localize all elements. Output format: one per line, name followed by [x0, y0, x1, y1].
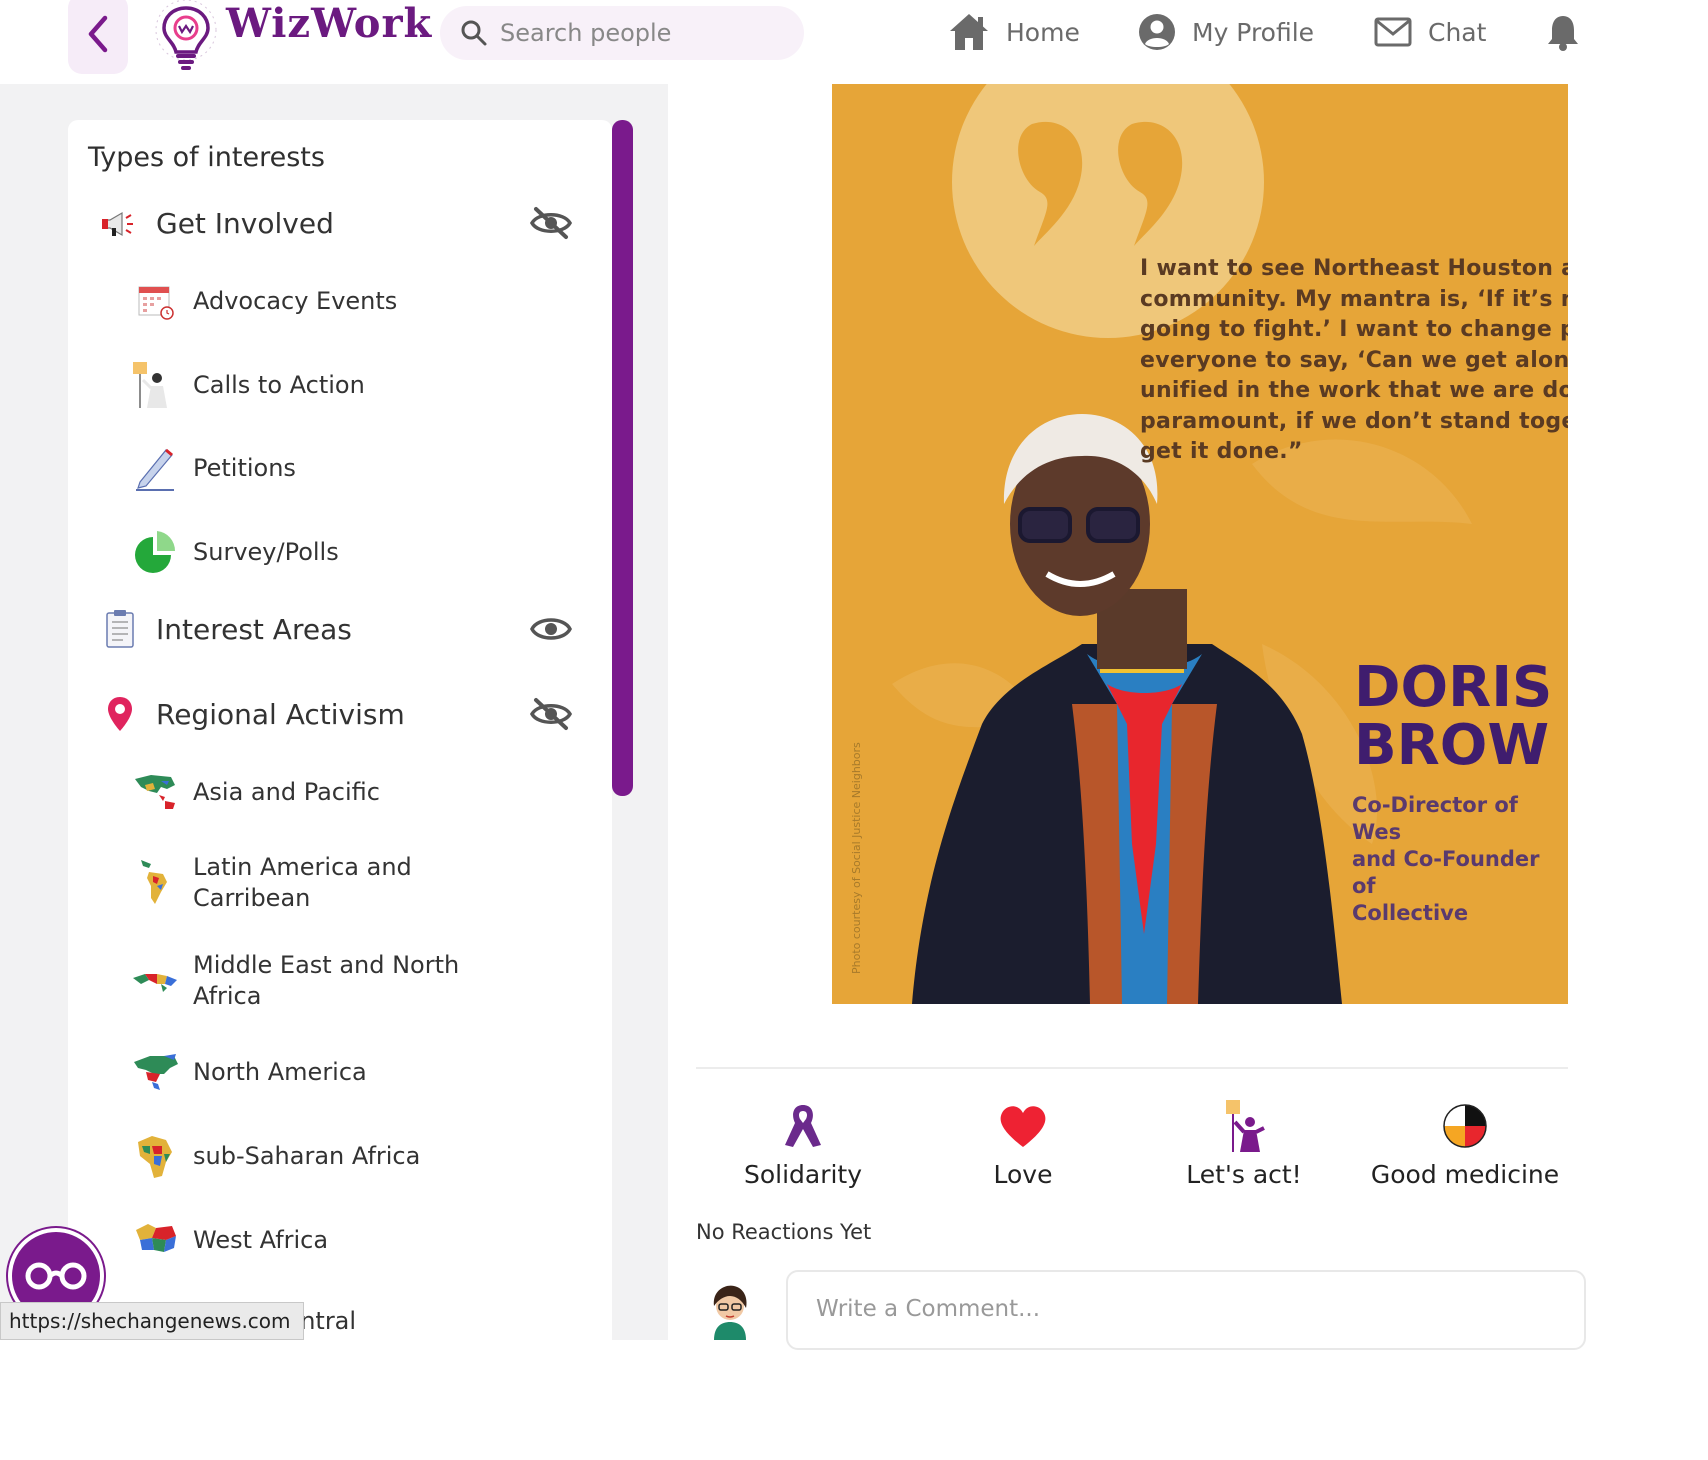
- panel-title: Types of interests: [88, 142, 325, 173]
- nav-home[interactable]: Home: [948, 8, 1080, 56]
- sidebar-item-label: sub-Saharan Africa: [193, 1141, 421, 1170]
- mail-icon: [1374, 17, 1412, 47]
- status-bar-url: https://shechangenews.com: [0, 1302, 304, 1340]
- ribbon-icon: [775, 1098, 831, 1154]
- eye-icon[interactable]: [528, 609, 574, 649]
- post-image[interactable]: I want to see Northeast Houston as commu…: [832, 84, 1568, 1004]
- sidebar-scrollbar[interactable]: [612, 120, 633, 796]
- sidebar-item-label: North America: [193, 1057, 367, 1086]
- megaphone-icon: [98, 201, 142, 245]
- sidebar-item-west-africa[interactable]: West Africa: [68, 1215, 612, 1265]
- reaction-good-medicine[interactable]: Good medicine: [1360, 1098, 1570, 1189]
- bell-icon: [1548, 16, 1578, 51]
- app-logo[interactable]: WizWork: [148, 0, 431, 74]
- latin-america-map-icon: [130, 858, 180, 908]
- reaction-solidarity[interactable]: Solidarity: [698, 1098, 908, 1189]
- user-circle-icon: [1139, 14, 1175, 50]
- map-pin-icon: [98, 692, 142, 736]
- sidebar-item-survey-polls[interactable]: Survey/Polls: [68, 527, 612, 577]
- category-label: Regional Activism: [156, 697, 405, 731]
- reaction-label: Solidarity: [743, 1160, 863, 1189]
- pie-chart-icon: [130, 527, 180, 577]
- sidebar-item-label: Asia and Pacific: [193, 777, 380, 806]
- sidebar-item-label: Petitions: [193, 453, 296, 482]
- reaction-love[interactable]: Love: [918, 1098, 1128, 1189]
- avatar[interactable]: [706, 1280, 754, 1340]
- sidebar-item-label: Advocacy Events: [193, 286, 398, 315]
- nav-chat-label: Chat: [1428, 17, 1487, 47]
- sidebar-item-petitions[interactable]: Petitions: [68, 443, 612, 493]
- back-button[interactable]: [68, 0, 128, 74]
- calendar-icon: [130, 276, 180, 326]
- search-icon: [461, 20, 487, 46]
- sidebar-item-latin-america[interactable]: Latin America and Carribean: [68, 852, 612, 914]
- lightbulb-logo-icon: [155, 0, 217, 70]
- nav-profile-label: My Profile: [1192, 17, 1315, 47]
- logo-text: WizWork: [226, 0, 433, 47]
- sidebar-item-mena[interactable]: Middle East and North Africa: [68, 950, 612, 1012]
- mena-map-icon: [130, 956, 180, 1006]
- category-regional-activism[interactable]: Regional Activism: [68, 682, 612, 746]
- reactions-status: No Reactions Yet: [696, 1220, 872, 1244]
- sidebar-item-label: Latin America and Carribean: [193, 853, 412, 912]
- search-input[interactable]: [500, 19, 780, 47]
- top-bar: WizWork Home My Profile Chat: [0, 0, 1578, 84]
- heart-icon: [995, 1098, 1051, 1154]
- clipboard-icon: [98, 607, 142, 651]
- sidebar-item-north-america[interactable]: North America: [68, 1047, 612, 1097]
- glasses-icon: [25, 1262, 87, 1290]
- nav-notifications[interactable]: [1546, 8, 1580, 56]
- category-label: Get Involved: [156, 206, 334, 240]
- nav-chat[interactable]: Chat: [1374, 8, 1486, 56]
- sidebar-item-label: Middle East and North Africa: [193, 951, 460, 1010]
- asia-map-icon: [130, 767, 180, 817]
- category-label: Interest Areas: [156, 612, 352, 646]
- reaction-lets-act[interactable]: Let's act!: [1139, 1098, 1349, 1189]
- post-person-title: Co-Director of Wes and Co-Founder of Col…: [1352, 793, 1540, 925]
- sidebar-item-label: Survey/Polls: [193, 537, 339, 566]
- africa-map-icon: [130, 1131, 180, 1181]
- sidebar-item-calls-to-action[interactable]: Calls to Action: [68, 360, 612, 410]
- comment-input[interactable]: [816, 1296, 1416, 1322]
- medicine-wheel-icon: [1437, 1098, 1493, 1154]
- sidebar-item-label: Calls to Action: [193, 370, 365, 399]
- home-icon: [950, 14, 988, 50]
- post-divider: [696, 1067, 1568, 1069]
- sidebar-item-advocacy-events[interactable]: Advocacy Events: [68, 276, 612, 326]
- protester-icon: [1216, 1098, 1272, 1154]
- photo-credit: Photo courtesy of Social Justice Neighbo…: [850, 742, 863, 974]
- sidebar-item-label: West Africa: [193, 1225, 329, 1254]
- eye-off-icon[interactable]: [528, 203, 574, 243]
- search-bar[interactable]: [440, 6, 804, 60]
- interests-panel: Types of interests Get Involved Advocacy…: [68, 120, 612, 1340]
- category-interest-areas[interactable]: Interest Areas: [68, 597, 612, 661]
- pen-icon: [130, 443, 180, 493]
- reaction-label: Let's act!: [1186, 1160, 1302, 1189]
- category-get-involved[interactable]: Get Involved: [68, 191, 612, 255]
- chevron-left-icon: [88, 15, 108, 53]
- nav-my-profile[interactable]: My Profile: [1138, 8, 1314, 56]
- eye-off-icon[interactable]: [528, 694, 574, 734]
- post-person-name: DORIS BROW: [1354, 655, 1553, 778]
- sidebar-item-asia-pacific[interactable]: Asia and Pacific: [68, 767, 612, 817]
- comment-box[interactable]: [786, 1270, 1586, 1350]
- nav-home-label: Home: [1006, 17, 1080, 47]
- sidebar-item-sub-saharan-africa[interactable]: sub-Saharan Africa: [68, 1131, 612, 1181]
- reaction-label: Love: [993, 1160, 1053, 1189]
- post-quote-text: I want to see Northeast Houston as commu…: [1140, 256, 1568, 464]
- west-africa-map-icon: [130, 1215, 180, 1265]
- north-america-map-icon: [130, 1047, 180, 1097]
- reaction-label: Good medicine: [1370, 1160, 1560, 1189]
- protester-icon: [130, 360, 180, 410]
